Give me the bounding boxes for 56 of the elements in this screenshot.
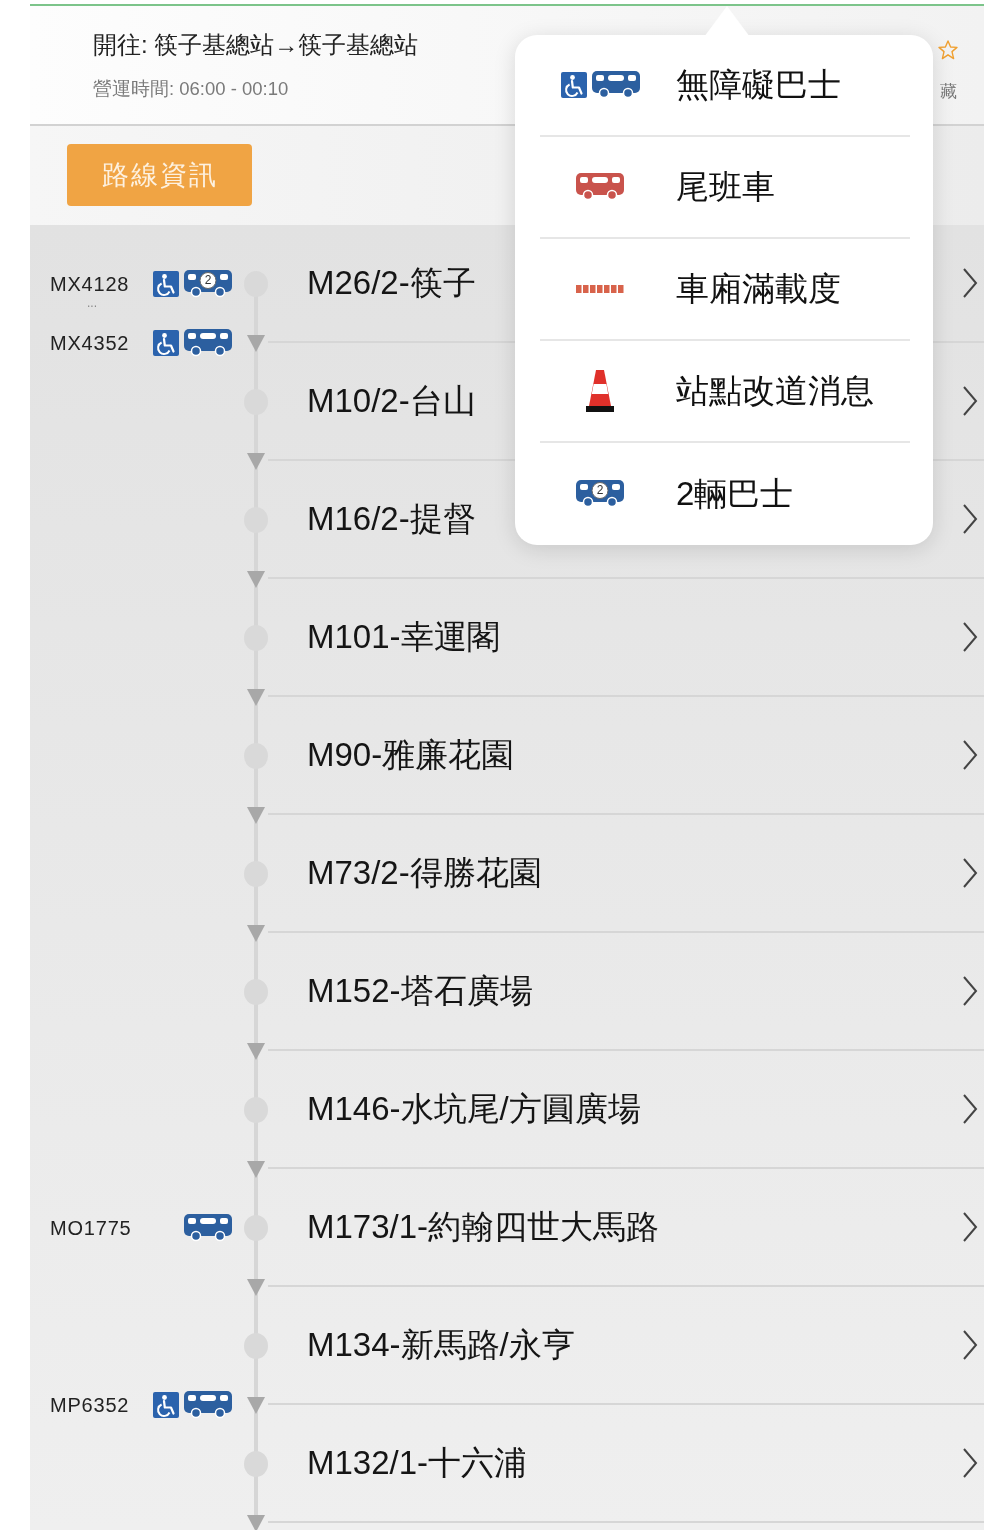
bus-icon <box>184 329 232 357</box>
chevron-right-icon[interactable] <box>962 267 978 299</box>
stop-name[interactable]: M152-塔石廣場 <box>307 971 533 1011</box>
legend-label: 無障礙巴士 <box>676 65 841 105</box>
bus-plate: MP6352 <box>50 1394 130 1416</box>
legend-label: 2輛巴士 <box>676 474 794 514</box>
wheelchair-icon <box>560 72 587 98</box>
stop-name[interactable]: M101-幸運閣 <box>307 617 500 657</box>
dashed-line-icon <box>576 285 624 293</box>
favorite-button[interactable]: 藏 <box>938 40 958 122</box>
stop-dot-icon <box>244 1451 268 1477</box>
chevron-right-icon[interactable] <box>962 621 978 653</box>
legend-label: 站點改道消息 <box>676 371 874 411</box>
down-triangle-icon <box>247 1043 265 1060</box>
chevron-right-icon[interactable] <box>962 975 978 1007</box>
down-triangle-icon <box>247 807 265 824</box>
bus-icon <box>184 1214 232 1242</box>
traffic-cone-icon <box>586 370 614 412</box>
down-triangle-icon <box>247 1515 265 1530</box>
down-triangle-icon <box>247 453 265 470</box>
chevron-right-icon[interactable] <box>962 857 978 889</box>
chevron-right-icon[interactable] <box>962 1211 978 1243</box>
legend-label: 車廂滿載度 <box>676 269 841 309</box>
route-title: 開往: 筷子基總站→筷子基總站 <box>93 30 419 60</box>
stop-name[interactable]: M16/2-提督 <box>307 499 476 539</box>
chevron-right-icon[interactable] <box>962 1093 978 1125</box>
stop-name[interactable]: M146-水坑尾/方圓廣場 <box>307 1089 641 1129</box>
chevron-right-icon[interactable] <box>962 503 978 535</box>
stop-name[interactable]: M26/2-筷子 <box>307 263 476 303</box>
down-triangle-icon <box>247 1397 265 1414</box>
stop-name[interactable]: M10/2-台山 <box>307 381 476 421</box>
bus-plate: MX4128 <box>50 273 130 295</box>
stop-dot-icon <box>244 1333 268 1359</box>
chevron-right-icon[interactable] <box>962 1329 978 1361</box>
bus-icon <box>576 173 624 201</box>
bus-icon <box>591 71 640 99</box>
down-triangle-icon <box>247 1161 265 1178</box>
down-triangle-icon <box>247 1279 265 1296</box>
down-triangle-icon <box>247 571 265 588</box>
stop-name[interactable]: M134-新馬路/永亨 <box>307 1325 575 1365</box>
down-triangle-icon <box>247 689 265 706</box>
down-triangle-icon <box>247 335 265 352</box>
more-buses-marker: ... <box>87 297 97 309</box>
bus-icon <box>184 1391 232 1419</box>
stop-name[interactable]: M90-雅廉花園 <box>307 735 515 775</box>
bus-plate: MO1775 <box>50 1217 132 1239</box>
down-triangle-icon <box>247 925 265 942</box>
stop-name[interactable]: M132/1-十六浦 <box>307 1443 528 1483</box>
legend-label: 尾班車 <box>676 167 775 207</box>
chevron-right-icon[interactable] <box>962 739 978 771</box>
chevron-right-icon[interactable] <box>962 1447 978 1479</box>
bus-plate: MX4352 <box>50 332 130 354</box>
stop-name[interactable]: M73/2-得勝花園 <box>307 853 542 893</box>
stop-name[interactable]: M173/1-約翰四世大馬路 <box>307 1207 660 1247</box>
operating-hours: 營運時間: 06:00 - 00:10 <box>93 78 289 100</box>
chevron-right-icon[interactable] <box>962 385 978 417</box>
